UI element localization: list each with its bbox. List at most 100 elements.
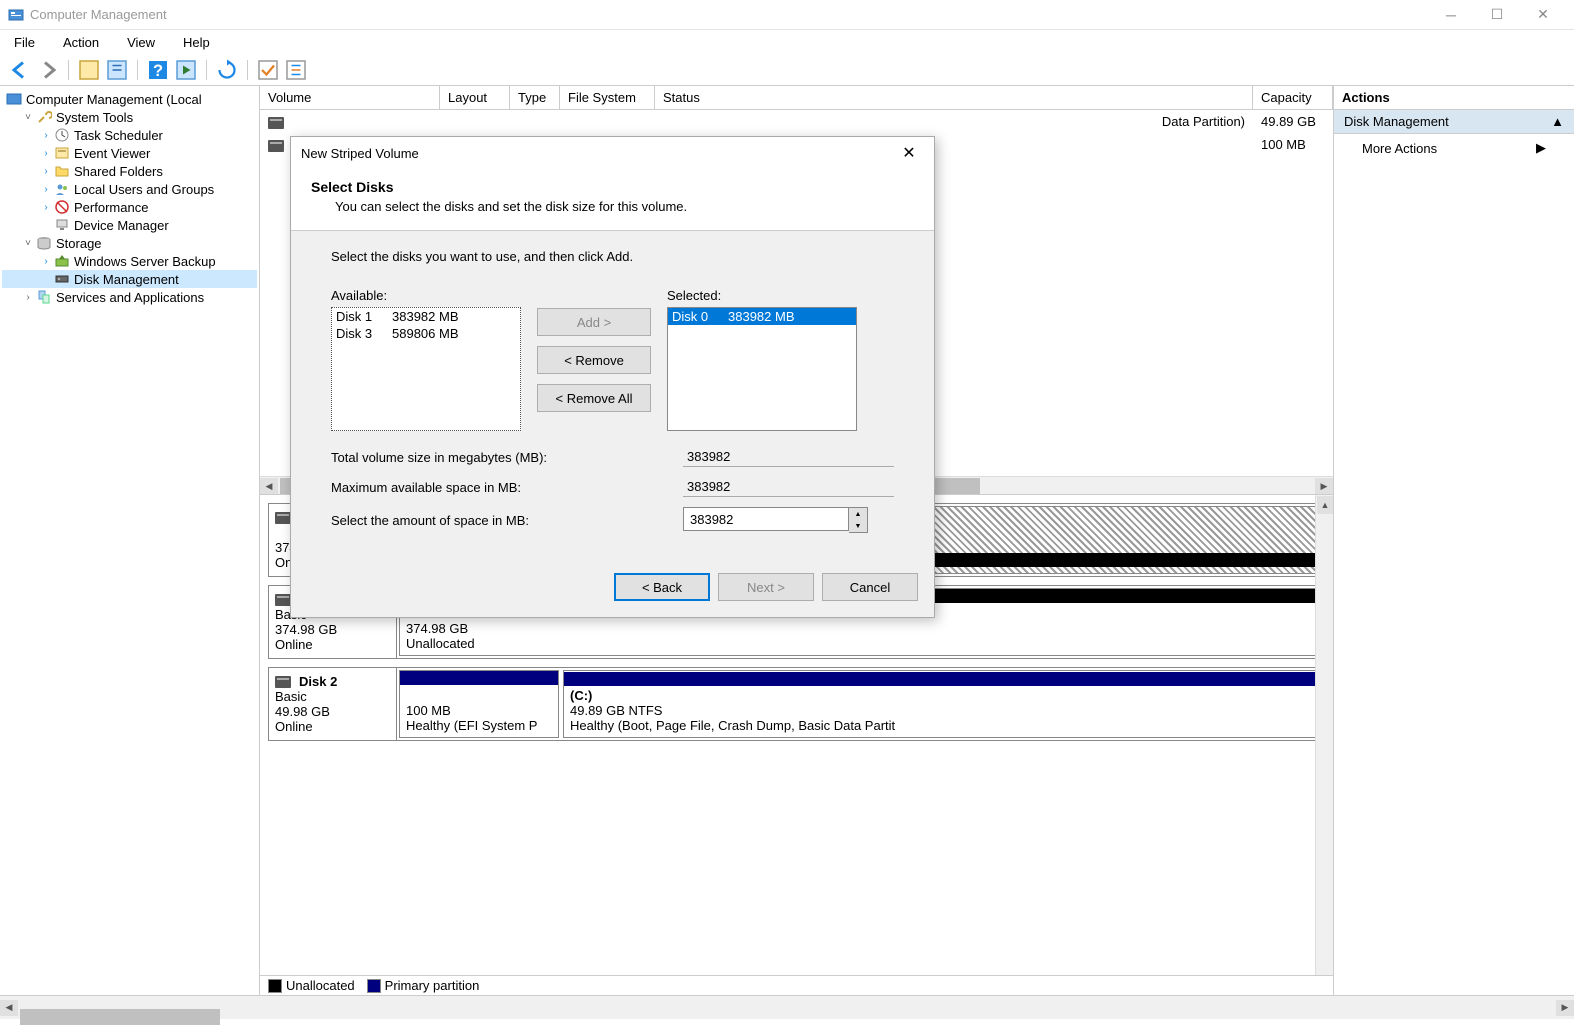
cancel-button[interactable]: Cancel xyxy=(822,573,918,601)
disk-row[interactable]: Disk 2 Basic 49.98 GB Online 100 MB Heal… xyxy=(268,667,1325,741)
col-capacity[interactable]: Capacity xyxy=(1253,86,1333,109)
tree-label: Storage xyxy=(56,236,102,251)
actions-section[interactable]: Disk Management ▲ xyxy=(1334,110,1574,134)
tree-local-users[interactable]: › Local Users and Groups xyxy=(2,180,257,198)
disk-name: Disk 0 xyxy=(672,309,728,324)
total-value: 383982 xyxy=(683,447,894,467)
action-button[interactable] xyxy=(174,58,198,82)
minimize-button[interactable]: ─ xyxy=(1428,0,1474,30)
actions-more[interactable]: More Actions ▶ xyxy=(1334,134,1574,162)
maximize-button[interactable]: ☐ xyxy=(1474,0,1520,30)
max-label: Maximum available space in MB: xyxy=(331,480,683,495)
list-item[interactable]: Disk 3 589806 MB xyxy=(332,325,520,342)
expand-icon[interactable]: › xyxy=(38,184,54,195)
spin-up-button[interactable]: ▲ xyxy=(849,508,867,520)
remove-button[interactable]: < Remove xyxy=(537,346,651,374)
amount-input[interactable] xyxy=(683,507,849,531)
remove-all-button[interactable]: < Remove All xyxy=(537,384,651,412)
disk-vscroll[interactable]: ▲ xyxy=(1315,495,1333,975)
tree-services-apps[interactable]: › Services and Applications xyxy=(2,288,257,306)
capacity-text: 49.89 GB xyxy=(1253,112,1333,131)
tree-shared-folders[interactable]: › Shared Folders xyxy=(2,162,257,180)
spin-down-button[interactable]: ▼ xyxy=(849,520,867,532)
list-item[interactable]: Disk 0 383982 MB xyxy=(668,308,856,325)
show-hide-tree-button[interactable] xyxy=(77,58,101,82)
back-button[interactable]: < Back xyxy=(614,573,710,601)
close-button[interactable]: ✕ xyxy=(1520,0,1566,30)
dialog-body: Select the disks you want to use, and th… xyxy=(291,231,934,563)
menu-view[interactable]: View xyxy=(121,33,161,52)
amount-label: Select the amount of space in MB: xyxy=(331,513,683,528)
partition-c[interactable]: (C:) 49.89 GB NTFS Healthy (Boot, Page F… xyxy=(563,670,1322,738)
legend-unallocated: Unallocated xyxy=(268,978,355,993)
help-button[interactable]: ? xyxy=(146,58,170,82)
list-item[interactable]: Disk 1 383982 MB xyxy=(332,308,520,325)
bottom-scrollbar[interactable]: ◀ ▶ xyxy=(0,995,1574,1019)
tree-root[interactable]: Computer Management (Local xyxy=(2,90,257,108)
refresh-button[interactable] xyxy=(215,58,239,82)
partition-size: 49.89 GB NTFS xyxy=(570,703,1315,718)
tree-task-scheduler[interactable]: › Task Scheduler xyxy=(2,126,257,144)
tree-label: Performance xyxy=(74,200,148,215)
volume-icon xyxy=(268,140,284,152)
expand-icon[interactable]: › xyxy=(38,130,54,141)
available-list[interactable]: Disk 1 383982 MB Disk 3 589806 MB xyxy=(331,307,521,431)
tree-storage[interactable]: ˅ Storage xyxy=(2,234,257,252)
forward-button[interactable] xyxy=(36,58,60,82)
selected-list[interactable]: Disk 0 383982 MB xyxy=(667,307,857,431)
back-button[interactable] xyxy=(8,58,32,82)
expand-icon[interactable]: › xyxy=(20,292,36,303)
menu-file[interactable]: File xyxy=(8,33,41,52)
actions-item-label: More Actions xyxy=(1362,141,1437,156)
partition-label: (C:) xyxy=(570,688,1315,703)
col-layout[interactable]: Layout xyxy=(440,86,510,109)
next-button[interactable]: Next > xyxy=(718,573,814,601)
tree-system-tools[interactable]: ˅ System Tools xyxy=(2,108,257,126)
menu-action[interactable]: Action xyxy=(57,33,105,52)
tree-event-viewer[interactable]: › Event Viewer xyxy=(2,144,257,162)
volume-icon xyxy=(268,117,284,129)
scroll-left-icon[interactable]: ◀ xyxy=(0,1000,18,1016)
disk-type: Basic xyxy=(275,689,390,704)
scroll-up-icon[interactable]: ▲ xyxy=(1317,496,1333,514)
folder-icon xyxy=(54,163,70,179)
properties-button[interactable] xyxy=(105,58,129,82)
col-file-system[interactable]: File System xyxy=(560,86,655,109)
dialog-close-button[interactable]: ✕ xyxy=(894,139,924,167)
expand-icon[interactable]: › xyxy=(38,202,54,213)
partition-state: Unallocated xyxy=(406,636,1315,651)
tree-performance[interactable]: › Performance xyxy=(2,198,257,216)
status-text: Data Partition) xyxy=(655,112,1253,131)
tree-label: Local Users and Groups xyxy=(74,182,214,197)
app-icon xyxy=(8,7,24,23)
total-label: Total volume size in megabytes (MB): xyxy=(331,450,683,465)
scroll-right-icon[interactable]: ▶ xyxy=(1315,478,1333,494)
legend: Unallocated Primary partition xyxy=(260,975,1333,995)
toolbar: ? xyxy=(0,54,1574,86)
settings-button[interactable] xyxy=(284,58,308,82)
dialog-header-subtitle: You can select the disks and set the dis… xyxy=(311,199,914,214)
partition-state: Healthy (Boot, Page File, Crash Dump, Ba… xyxy=(570,718,1315,733)
tree-ws-backup[interactable]: › Windows Server Backup xyxy=(2,252,257,270)
menu-help[interactable]: Help xyxy=(177,33,216,52)
tree-disk-management[interactable]: Disk Management xyxy=(2,270,257,288)
add-button[interactable]: Add > xyxy=(537,308,651,336)
scroll-left-icon[interactable]: ◀ xyxy=(260,478,278,494)
expand-icon[interactable]: › xyxy=(38,148,54,159)
scroll-thumb[interactable] xyxy=(20,1009,220,1025)
collapse-icon[interactable]: ˅ xyxy=(20,112,36,123)
col-volume[interactable]: Volume xyxy=(260,86,440,109)
tree-label: System Tools xyxy=(56,110,133,125)
partition-efi[interactable]: 100 MB Healthy (EFI System P xyxy=(399,670,559,738)
users-icon xyxy=(54,181,70,197)
col-status[interactable]: Status xyxy=(655,86,1253,109)
col-type[interactable]: Type xyxy=(510,86,560,109)
check-button[interactable] xyxy=(256,58,280,82)
tree-device-manager[interactable]: Device Manager xyxy=(2,216,257,234)
expand-icon[interactable]: › xyxy=(38,166,54,177)
scroll-right-icon[interactable]: ▶ xyxy=(1556,1000,1574,1016)
expand-icon[interactable]: › xyxy=(38,256,54,267)
disk-name: Disk 2 xyxy=(299,674,337,689)
collapse-icon[interactable]: ˅ xyxy=(20,238,36,249)
volume-row[interactable]: Data Partition) 49.89 GB xyxy=(260,110,1333,133)
